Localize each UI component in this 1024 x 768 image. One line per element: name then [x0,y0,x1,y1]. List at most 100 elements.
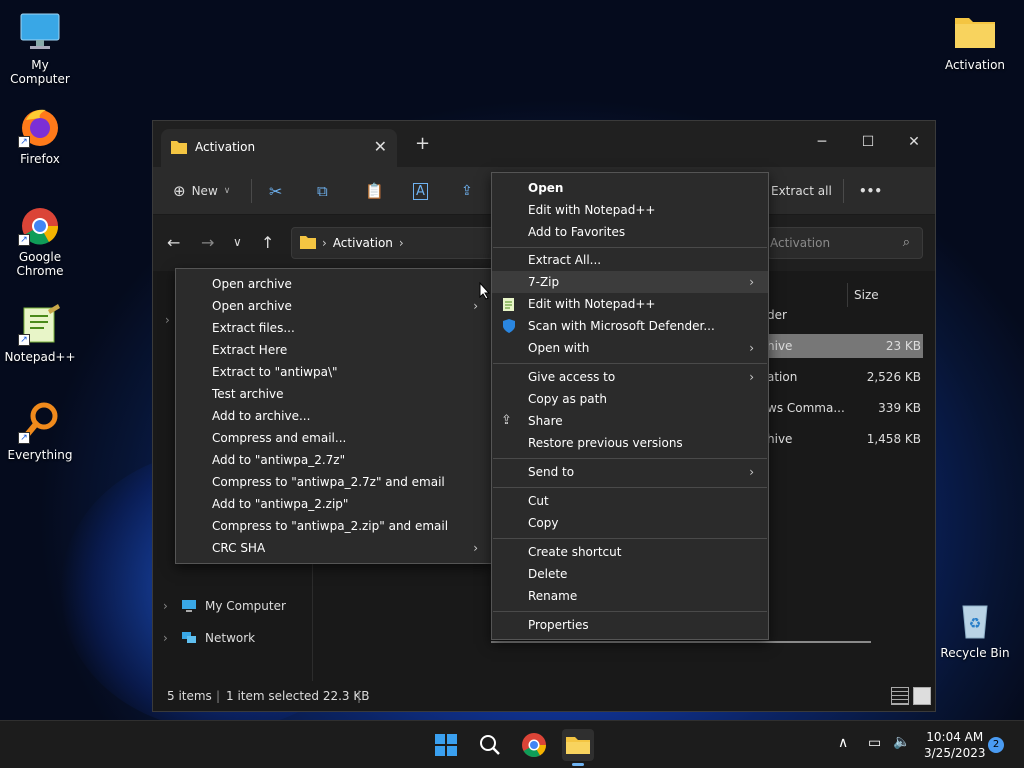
menu-item-extract-here[interactable]: Extract Here [176,339,492,361]
menu-item-add-to-zip[interactable]: Add to "antiwpa_2.zip" [176,493,492,515]
menu-item-compress-and-email[interactable]: Compress and email... [176,427,492,449]
notepadpp-icon: ↗ [18,302,62,346]
horizontal-scrollbar[interactable] [491,641,871,643]
desktop-icon-activation-folder[interactable]: Activation [935,10,1015,72]
monitor-icon [182,600,196,612]
notepadpp-icon [503,298,514,311]
menu-item-compress-7z-email[interactable]: Compress to "antiwpa_2.7z" and email [176,471,492,493]
taskbar-explorer-button[interactable] [562,729,594,766]
nav-item-network[interactable]: › Network [163,631,255,645]
details-view-icon[interactable] [891,687,909,705]
menu-item-delete[interactable]: Delete [492,563,768,585]
menu-item-extract-all[interactable]: Extract All... [492,249,768,271]
menu-item-give-access[interactable]: Give access to › [492,366,768,388]
menu-item-restore-versions[interactable]: Restore previous versions [492,432,768,454]
scissors-icon: ✂ [269,181,283,201]
menu-item-extract-to[interactable]: Extract to "antiwpa\" [176,361,492,383]
chevron-up-icon[interactable]: ∧ [838,735,848,751]
menu-item-add-to-favorites[interactable]: Add to Favorites [492,221,768,243]
tab-activation[interactable]: Activation ✕ [161,129,397,167]
desktop-icon-label: Firefox [20,152,60,166]
menu-item-open-archive-submenu[interactable]: Open archive › [176,295,492,317]
menu-item-test-archive[interactable]: Test archive [176,383,492,405]
close-window-button[interactable]: ✕ [891,127,937,157]
monitor-icon [18,10,62,54]
menu-item-edit-notepadpp-2[interactable]: Edit with Notepad++ [492,293,768,315]
new-button[interactable]: ⊕ New ∨ [173,177,230,205]
address-bar[interactable]: › Activation › [291,227,519,259]
back-arrow-icon[interactable]: ← [167,233,180,252]
share-button[interactable]: ⇪ [461,177,473,205]
folder-icon [953,10,997,54]
search-placeholder: Activation [770,236,831,250]
close-tab-icon[interactable]: ✕ [374,137,387,156]
svg-text:♻: ♻ [969,616,982,632]
menu-item-crc-sha[interactable]: CRC SHA › [176,537,492,559]
menu-item-create-shortcut[interactable]: Create shortcut [492,541,768,563]
desktop-icon-chrome[interactable]: ↗ Google Chrome [0,202,80,278]
menu-item-rename[interactable]: Rename [492,585,768,607]
notification-badge[interactable]: 2 [988,737,1004,753]
network-status-icon[interactable]: ▭ [868,735,881,751]
breadcrumb-chevron-icon: › [398,236,404,250]
volume-icon[interactable]: 🔈 [893,734,910,750]
menu-item-7zip[interactable]: 7-Zip › [492,271,768,293]
menu-item-open-with[interactable]: Open with › [492,337,768,359]
taskbar-chrome-button[interactable] [518,729,550,761]
up-arrow-icon[interactable]: ↑ [261,233,274,252]
extract-all-button[interactable]: Extract all [771,177,832,205]
chevron-right-icon[interactable]: › [163,599,173,613]
new-tab-icon[interactable]: + [415,133,430,154]
chevron-right-icon: › [473,299,478,313]
more-options-button[interactable]: ••• [859,177,882,205]
menu-item-properties[interactable]: Properties [492,614,768,636]
breadcrumb-activation[interactable]: Activation [333,236,393,250]
menu-item-edit-notepadpp[interactable]: Edit with Notepad++ [492,199,768,221]
status-bar: 5 items | 1 item selected 22.3 KB | [153,681,935,711]
chevron-right-icon: › [749,341,754,355]
menu-item-open[interactable]: Open [492,177,768,199]
menu-item-add-to-7z[interactable]: Add to "antiwpa_2.7z" [176,449,492,471]
share-icon: ⇪ [461,183,473,199]
chevron-right-icon[interactable]: › [165,313,170,327]
desktop-icon-my-computer[interactable]: My Computer [0,10,80,86]
menu-item-copy[interactable]: Copy [492,512,768,534]
menu-item-copy-as-path[interactable]: Copy as path [492,388,768,410]
chevron-right-icon: › [749,465,754,479]
start-button[interactable] [430,729,462,761]
desktop-icon-notepadpp[interactable]: ↗ Notepad++ [0,302,80,364]
forward-arrow-icon[interactable]: → [201,233,214,252]
chrome-icon [522,733,546,758]
menu-item-compress-zip-email[interactable]: Compress to "antiwpa_2.zip" and email [176,515,492,537]
nav-item-my-computer[interactable]: › My Computer [163,599,286,613]
menu-item-add-to-archive[interactable]: Add to archive... [176,405,492,427]
paste-button[interactable]: 📋 [365,177,384,205]
menu-item-extract-files[interactable]: Extract files... [176,317,492,339]
item-count: 5 items [167,689,212,703]
desktop-icon-label: Activation [944,58,1006,72]
minimize-button[interactable]: ─ [799,127,845,157]
chevron-right-icon[interactable]: › [163,631,173,645]
desktop-icon-recycle-bin[interactable]: ♻ Recycle Bin [935,598,1015,660]
cut-button[interactable]: ✂ [269,177,282,205]
desktop-icon-firefox[interactable]: ↗ Firefox [0,104,80,166]
recent-chevron-icon[interactable]: ∨ [233,235,242,249]
selection-info: 1 item selected 22.3 KB [226,689,370,703]
taskbar-search-button[interactable] [474,729,506,761]
search-input[interactable]: Activation ⌕ [767,227,923,259]
maximize-button[interactable]: ☐ [845,127,891,157]
menu-item-scan-defender[interactable]: Scan with Microsoft Defender... [492,315,768,337]
defender-shield-icon [503,319,515,333]
copy-button[interactable]: ⧉ [317,177,328,205]
mouse-cursor-icon [479,282,491,300]
desktop-icon-everything[interactable]: ↗ Everything [0,400,80,462]
menu-item-cut[interactable]: Cut [492,490,768,512]
large-icons-view-icon[interactable] [913,687,931,705]
menu-item-share[interactable]: ⇪ Share [492,410,768,432]
clipboard-icon: 📋 [365,182,384,200]
menu-item-open-archive[interactable]: Open archive [176,273,492,295]
firefox-icon: ↗ [18,104,62,148]
rename-button[interactable]: A [413,177,428,205]
clock[interactable]: 10:04 AM 3/25/2023 [924,729,986,761]
menu-item-send-to[interactable]: Send to › [492,461,768,483]
